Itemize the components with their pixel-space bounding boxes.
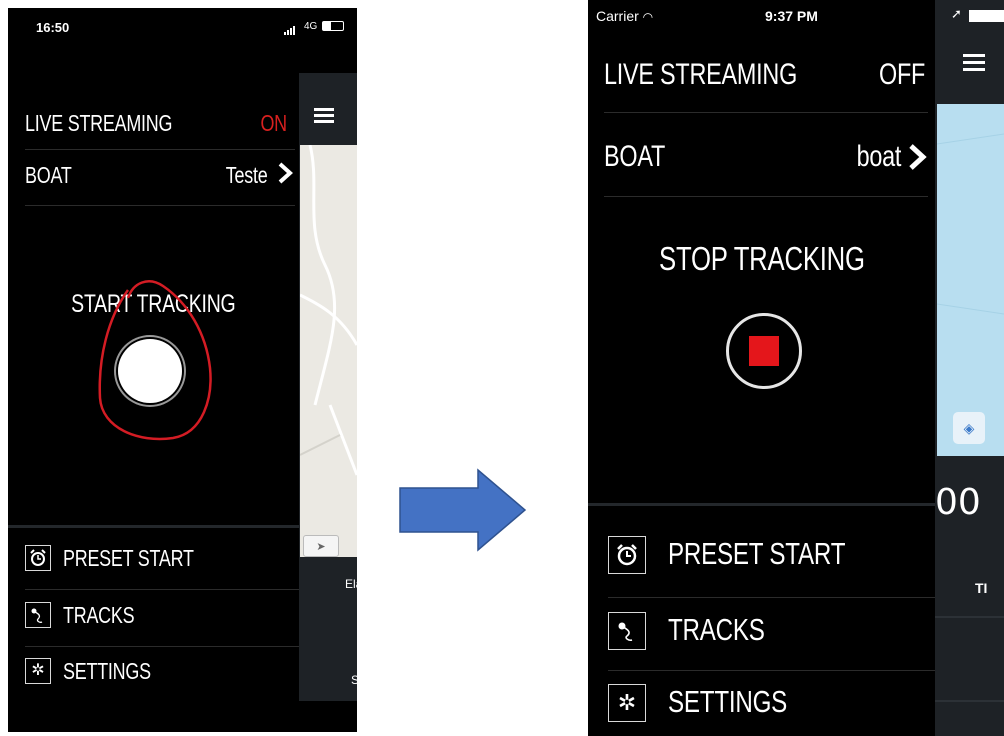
battery-icon — [322, 21, 344, 31]
map-view[interactable]: ◈ — [937, 104, 1004, 456]
map-panel-label-1: Ela — [345, 577, 357, 591]
live-streaming-status[interactable]: ON — [261, 110, 288, 137]
location-arrow-icon: ➤ — [316, 540, 326, 553]
wifi-icon: ◠ — [642, 10, 654, 24]
location-arrow-icon: ➚ — [951, 6, 962, 21]
track-icon — [25, 602, 51, 628]
live-streaming-label: LIVE STREAMING — [25, 110, 173, 136]
alarm-clock-icon — [608, 536, 646, 574]
menu-icon[interactable] — [963, 54, 985, 72]
chevron-right-icon — [907, 142, 927, 177]
boat-value: boat — [856, 140, 901, 173]
annotation-circle — [98, 280, 212, 441]
map-panel-label-2: S — [351, 673, 357, 687]
menu-item-settings[interactable]: ✲ SETTINGS — [608, 676, 935, 732]
live-streaming-status[interactable]: OFF — [879, 58, 925, 92]
map-view[interactable]: ➤ — [300, 145, 357, 557]
boat-label: BOAT — [604, 140, 666, 173]
signal-icon — [284, 22, 302, 35]
live-streaming-label: LIVE STREAMING — [604, 58, 798, 91]
menu-label-preset-start: PRESET START — [63, 545, 194, 571]
time-counter: 00 — [935, 482, 981, 523]
map-panel[interactable]: ➚ ◈ 00 TI — [935, 0, 1004, 736]
signal-marker-icon: ◈ — [963, 419, 975, 436]
boat-value: Teste — [225, 162, 267, 188]
gear-icon: ✲ — [608, 684, 646, 722]
status-time: 16:50 — [36, 20, 70, 35]
stop-tracking-button[interactable] — [726, 313, 802, 389]
menu-item-tracks[interactable]: TRACKS — [25, 596, 299, 640]
status-carrier: Carrier ◠ — [596, 8, 654, 24]
menu-label-settings: SETTINGS — [668, 684, 788, 719]
stop-square-icon — [749, 336, 779, 366]
live-streaming-row[interactable]: LIVE STREAMING OFF — [604, 52, 935, 98]
time-label: TI — [975, 580, 988, 596]
boat-row[interactable]: BOAT Teste — [25, 158, 293, 196]
gear-icon: ✲ — [25, 658, 51, 684]
boat-row[interactable]: BOAT boat — [604, 134, 935, 180]
alarm-clock-icon — [25, 545, 51, 571]
menu-item-settings[interactable]: ✲ SETTINGS — [25, 652, 299, 696]
chevron-right-icon — [277, 161, 293, 190]
right-phone-screenshot: Carrier ◠ 9:37 PM ➚ ◈ 00 TI LIVE STREAMI… — [588, 0, 1004, 736]
boat-label: BOAT — [25, 162, 72, 188]
map-panel[interactable]: ➤ Ela S — [299, 73, 357, 701]
stop-tracking-label: STOP TRACKING — [658, 240, 865, 277]
track-icon — [608, 612, 646, 650]
menu-item-tracks[interactable]: TRACKS — [608, 604, 935, 660]
menu-label-tracks: TRACKS — [668, 612, 765, 647]
left-phone-screenshot: 16:50 4G ➤ Ela S — [8, 8, 357, 732]
live-streaming-row[interactable]: LIVE STREAMING ON — [25, 106, 293, 144]
menu-label-settings: SETTINGS — [63, 658, 151, 684]
menu-icon[interactable] — [314, 108, 334, 124]
menu-item-preset-start[interactable]: PRESET START — [608, 528, 935, 584]
location-button[interactable]: ➤ — [303, 535, 339, 557]
wifi-location-button[interactable]: ◈ — [953, 412, 985, 444]
network-type: 4G — [304, 21, 318, 32]
menu-label-preset-start: PRESET START — [668, 536, 846, 571]
menu-item-preset-start[interactable]: PRESET START — [25, 539, 299, 583]
menu-label-tracks: TRACKS — [63, 602, 135, 628]
battery-icon — [969, 10, 1004, 22]
transition-arrow — [399, 468, 527, 552]
status-time: 9:37 PM — [765, 8, 818, 24]
